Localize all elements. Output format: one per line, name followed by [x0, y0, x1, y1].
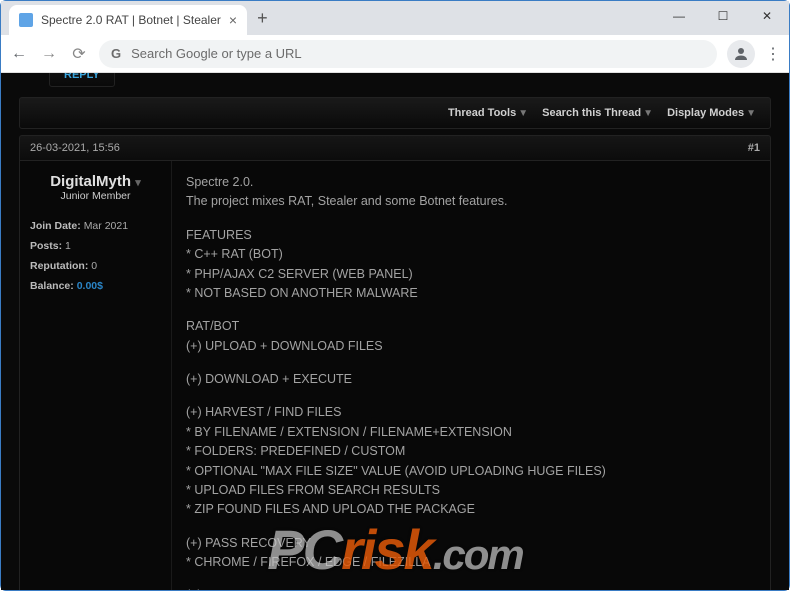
window-maximize-button[interactable]: ☐ [701, 1, 745, 31]
member-rank: Junior Member [30, 190, 161, 202]
post-content: Spectre 2.0. The project mixes RAT, Stea… [172, 161, 770, 590]
chevron-down-icon: ▼ [518, 108, 528, 119]
join-date-row: Join Date: Mar 2021 [30, 220, 161, 232]
window-minimize-button[interactable]: — [657, 1, 701, 31]
posts-row: Posts: 1 [30, 240, 161, 252]
chevron-down-icon: ▼ [643, 108, 653, 119]
post-download-exec: (+) DOWNLOAD + EXECUTE [186, 370, 756, 389]
post-number-link[interactable]: #1 [748, 142, 760, 154]
tab-favicon-icon [19, 13, 33, 27]
thread-tools-dropdown[interactable]: Thread Tools▼ [444, 105, 532, 121]
username-link[interactable]: DigitalMyth ▾ [30, 173, 161, 190]
page-scroll-area[interactable]: REPLY Thread Tools▼ Search this Thread▼ … [1, 73, 789, 590]
tab-close-icon[interactable]: × [229, 12, 237, 28]
reload-button[interactable]: ⟳ [69, 44, 89, 64]
post-intro: Spectre 2.0. The project mixes RAT, Stea… [186, 173, 756, 212]
thread-controls-bar: Thread Tools▼ Search this Thread▼ Displa… [19, 97, 771, 129]
chevron-down-icon: ▼ [746, 108, 756, 119]
new-tab-button[interactable]: + [257, 8, 268, 35]
post-browsers: (+) BROWSERS DATA * FIREFOX AUTOFILL+HIS… [186, 586, 756, 590]
post-ratbot: RAT/BOT (+) UPLOAD + DOWNLOAD FILES [186, 317, 756, 356]
post-pass-recovery: (+) PASS RECOVERY * CHROME / FIREFOX / E… [186, 534, 756, 573]
reputation-row: Reputation: 0 [30, 260, 161, 272]
post-harvest: (+) HARVEST / FIND FILES * BY FILENAME /… [186, 403, 756, 519]
post-header-bar: 26-03-2021, 15:56 #1 [19, 135, 771, 160]
address-input[interactable]: G Search Google or type a URL [99, 40, 717, 68]
search-thread-dropdown[interactable]: Search this Thread▼ [538, 105, 657, 121]
balance-row: Balance: 0.00$ [30, 280, 161, 292]
back-button[interactable]: ← [9, 45, 29, 63]
balance-value[interactable]: 0.00$ [77, 280, 103, 292]
window-close-button[interactable]: ✕ [745, 1, 789, 31]
profile-avatar-button[interactable] [727, 40, 755, 68]
reply-button[interactable]: REPLY [49, 73, 115, 87]
post-body: DigitalMyth ▾ Junior Member Join Date: M… [19, 160, 771, 590]
post-features: FEATURES * C++ RAT (BOT) * PHP/AJAX C2 S… [186, 226, 756, 304]
person-icon [732, 45, 750, 63]
google-g-icon: G [111, 46, 121, 61]
browser-toolbar: ← → ⟳ G Search Google or type a URL ⋮ [1, 35, 789, 73]
display-modes-dropdown[interactable]: Display Modes▼ [663, 105, 760, 121]
tab-title: Spectre 2.0 RAT | Botnet | Stealer [41, 13, 221, 27]
browser-tab-bar: Spectre 2.0 RAT | Botnet | Stealer × + —… [1, 1, 789, 35]
forward-button[interactable]: → [39, 45, 59, 63]
browser-menu-button[interactable]: ⋮ [765, 44, 781, 64]
browser-tab[interactable]: Spectre 2.0 RAT | Botnet | Stealer × [9, 5, 247, 35]
user-info-sidebar: DigitalMyth ▾ Junior Member Join Date: M… [20, 161, 172, 590]
user-dropdown-icon: ▾ [135, 177, 141, 189]
post-timestamp: 26-03-2021, 15:56 [30, 142, 120, 154]
address-placeholder: Search Google or type a URL [131, 46, 302, 61]
